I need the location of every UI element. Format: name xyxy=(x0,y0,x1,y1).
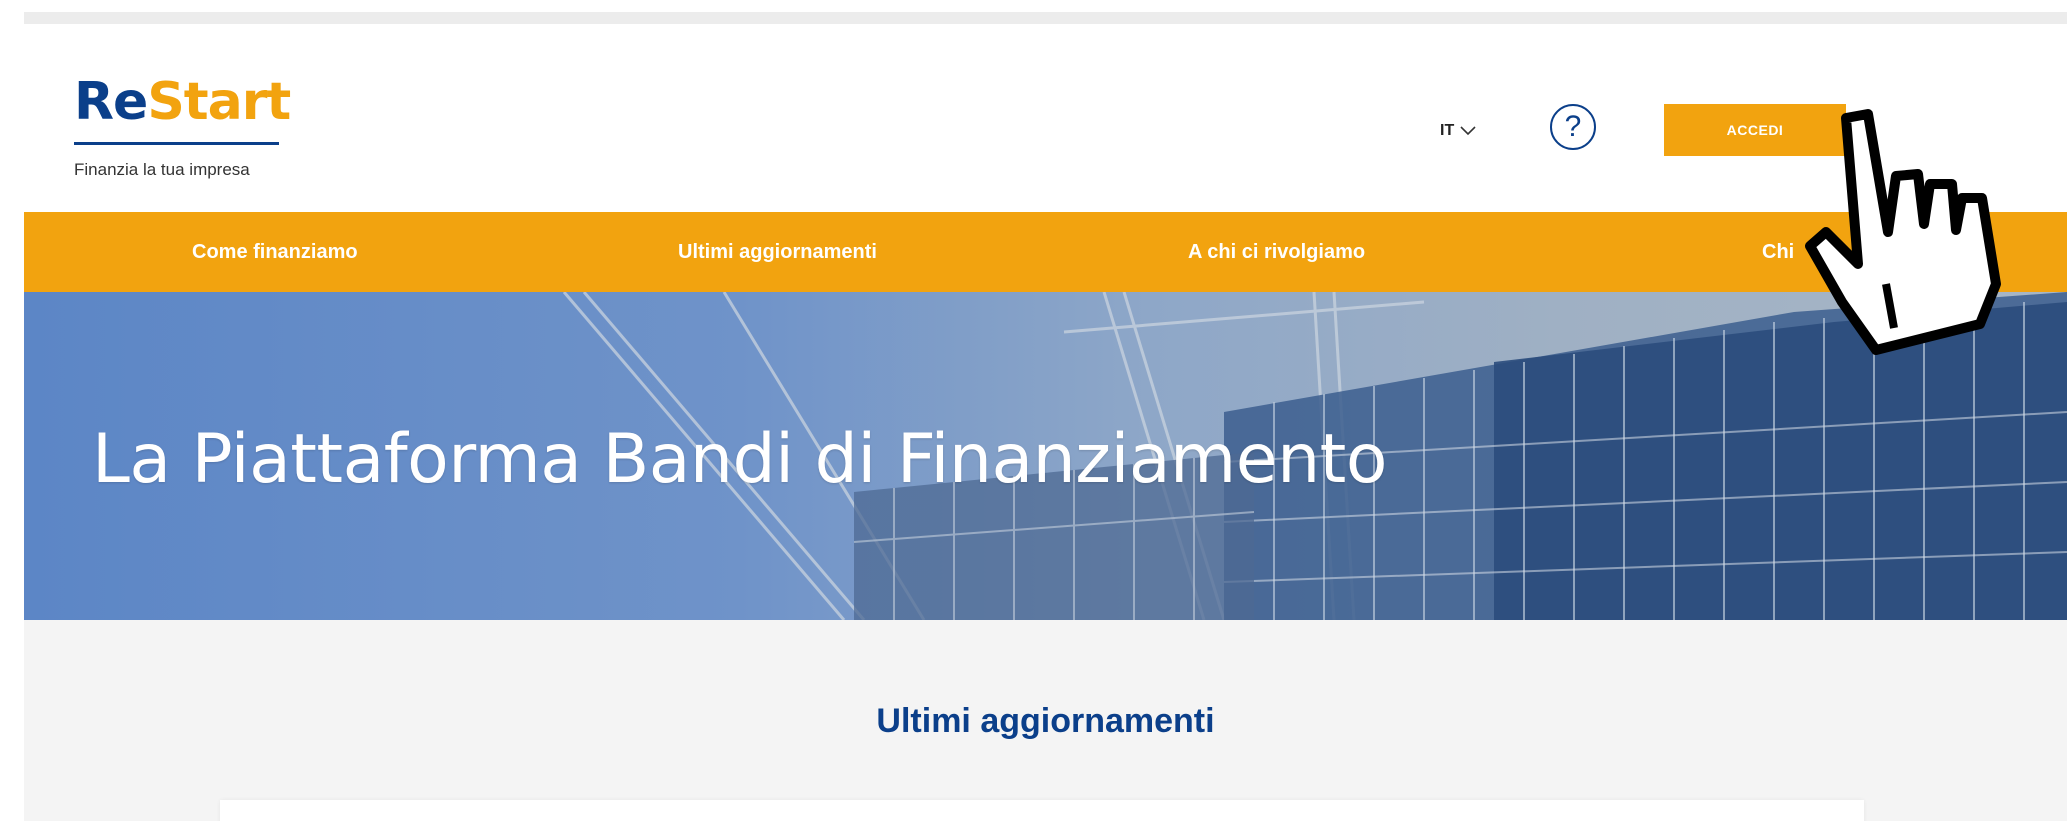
hero-title: La Piattaforma Bandi di Finanziamento xyxy=(92,420,1387,499)
help-symbol: ? xyxy=(1564,110,1582,143)
updates-card xyxy=(220,800,1864,821)
main-nav: Come finanziamo Ultimi aggiornamenti A c… xyxy=(24,212,2067,292)
nav-item-ultimi-aggiornamenti[interactable]: Ultimi aggiornamenti xyxy=(678,212,877,292)
updates-section: Ultimi aggiornamenti xyxy=(24,620,2067,821)
logo-underline xyxy=(74,142,279,145)
site-header: ReStart Finanzia la tua impresa IT ? ACC… xyxy=(24,24,2067,224)
language-selector[interactable]: IT xyxy=(1440,122,1476,140)
language-label: IT xyxy=(1440,122,1455,139)
help-icon[interactable]: ? xyxy=(1550,104,1596,150)
hand-pointer-cursor-icon xyxy=(1805,109,2001,355)
nav-item-come-finanziamo[interactable]: Come finanziamo xyxy=(192,212,358,292)
top-strip xyxy=(24,12,2067,24)
updates-title: Ultimi aggiornamenti xyxy=(876,702,1215,740)
page: ReStart Finanzia la tua impresa IT ? ACC… xyxy=(24,12,2067,821)
logo-part-re: Re xyxy=(74,72,148,132)
logo-part-start: Start xyxy=(147,72,291,132)
logo[interactable]: ReStart xyxy=(74,76,291,128)
tagline: Finanzia la tua impresa xyxy=(74,160,250,179)
nav-item-a-chi-ci-rivolgiamo[interactable]: A chi ci rivolgiamo xyxy=(1188,212,1365,292)
chevron-down-icon xyxy=(1460,126,1476,136)
hero-banner: La Piattaforma Bandi di Finanziamento xyxy=(24,292,2067,620)
